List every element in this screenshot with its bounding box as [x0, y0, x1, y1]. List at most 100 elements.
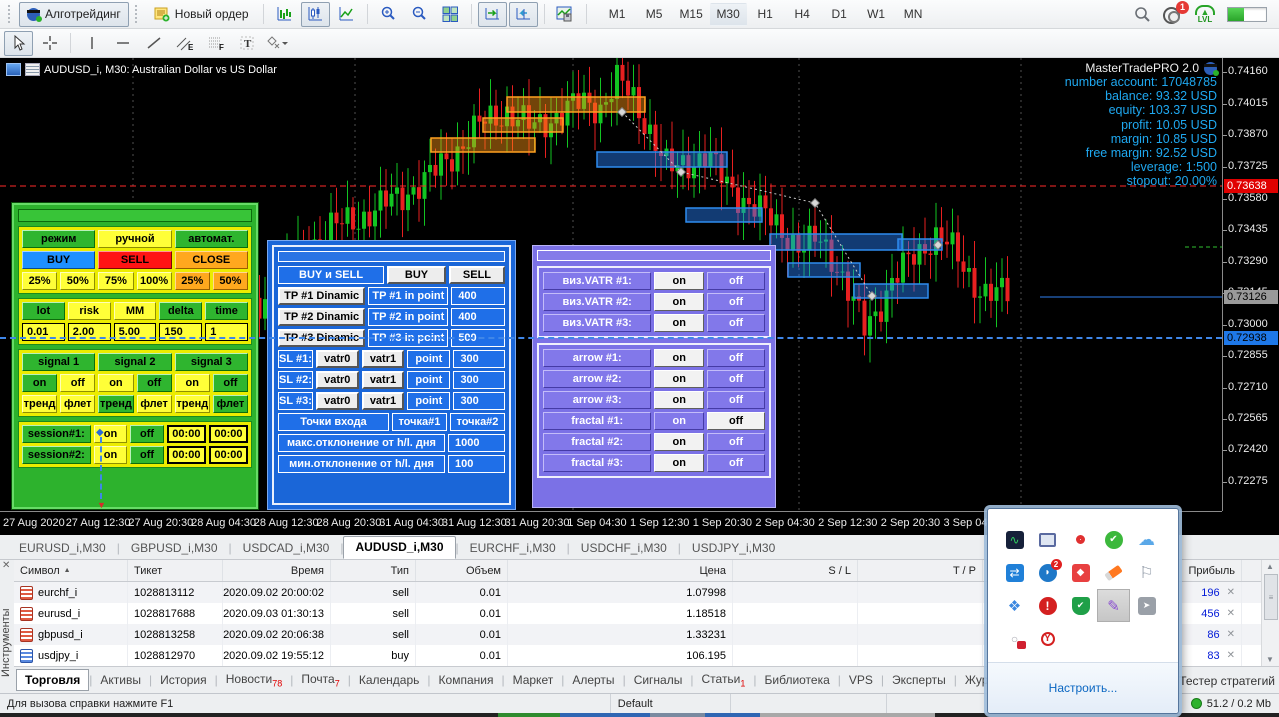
teamviewer-icon[interactable]: ⇄: [998, 556, 1031, 589]
signal2-trend-button[interactable]: тренд: [98, 395, 134, 413]
signal1-trend-button[interactable]: тренд: [22, 395, 58, 413]
timeframe-button-M15[interactable]: M15: [673, 3, 710, 26]
terminal-tab-Новости[interactable]: Новости78: [218, 669, 290, 691]
fractal#3-label-button[interactable]: fractal #3:: [543, 454, 652, 472]
mode-button-режим[interactable]: режим: [22, 230, 96, 248]
session1-start-field[interactable]: 00:00: [166, 425, 206, 443]
scrollbar-thumb[interactable]: ≡: [1264, 574, 1278, 620]
sl1-point-button[interactable]: point: [407, 350, 451, 368]
fractal#2-off-button[interactable]: off: [707, 433, 765, 451]
table-scrollbar[interactable]: ▲ ≡ ▼: [1261, 560, 1279, 666]
terminal-tab-История[interactable]: История: [152, 670, 215, 690]
param-button-lot[interactable]: lot: [22, 302, 65, 320]
timeframe-button-M1[interactable]: M1: [599, 3, 636, 26]
candlestick-button[interactable]: [300, 1, 330, 27]
chart-tab-USDCAD_i[interactable]: USDCAD_i,M30: [232, 538, 341, 559]
timeframe-button-H4[interactable]: H4: [784, 3, 821, 26]
chart-tab-GBPUSD_i[interactable]: GBPUSD_i,M30: [120, 538, 229, 559]
display-settings-icon[interactable]: [1031, 523, 1064, 556]
signal3-flat-button[interactable]: флет: [212, 395, 249, 413]
notifications-icon[interactable]: 1: [1163, 1, 1189, 24]
close-position-icon[interactable]: ✕: [1227, 629, 1235, 640]
percent-button-25%[interactable]: 25%: [174, 272, 210, 290]
signal2-off-button[interactable]: off: [136, 374, 172, 392]
vertical-line-button[interactable]: [77, 31, 106, 56]
terminal-tab-VPS[interactable]: VPS: [841, 670, 881, 690]
signal-header-button[interactable]: signal 2: [98, 353, 172, 371]
deviation1-label-button[interactable]: макс.отклонение от h/l. дня: [278, 434, 446, 452]
chart-tab-USDCHF_i[interactable]: USDCHF_i,M30: [570, 538, 678, 559]
scroll-up-icon[interactable]: ▲: [1266, 562, 1274, 571]
session1-off-button[interactable]: off: [130, 425, 164, 443]
session1-end-field[interactable]: 00:00: [208, 425, 249, 443]
opera-browser-icon[interactable]: [1064, 523, 1097, 556]
tp2-value-field[interactable]: 400: [451, 308, 506, 326]
terminal-tab-Компания[interactable]: Компания: [431, 670, 502, 690]
tp2-dinamic-button[interactable]: TP #2 Dinamic: [278, 308, 366, 326]
terminal-tab-Маркет[interactable]: Маркет: [505, 670, 562, 690]
param-button-delta[interactable]: delta: [159, 302, 203, 320]
flag-icon[interactable]: ⚐: [1130, 556, 1163, 589]
signal1-on-button[interactable]: on: [22, 374, 58, 392]
sl3-value-field[interactable]: 300: [453, 392, 505, 410]
line-chart-button[interactable]: [332, 2, 361, 27]
deviation2-value-field[interactable]: 100: [448, 455, 505, 473]
deviation2-label-button[interactable]: мин.отклонение от h/l. дня: [278, 455, 446, 473]
terminal-tab-Алерты[interactable]: Алерты: [564, 670, 622, 690]
fractal#1-on-button[interactable]: on: [654, 412, 704, 430]
percent-button-50%[interactable]: 50%: [60, 272, 96, 290]
entry-button-0[interactable]: Точки входа: [278, 413, 389, 431]
визVATR#2-on-button[interactable]: on: [654, 293, 704, 311]
terminal-tab-Активы[interactable]: Активы: [92, 670, 149, 690]
arrow#3-off-button[interactable]: off: [707, 391, 765, 409]
визVATR#3-label-button[interactable]: виз.VATR #3:: [543, 314, 652, 332]
chart-shift-button[interactable]: [508, 1, 538, 27]
percent-button-75%[interactable]: 75%: [98, 272, 134, 290]
blue-header-BUY-и-SELL[interactable]: BUY и SELL: [278, 266, 385, 284]
sl2-value-field[interactable]: 300: [453, 371, 505, 389]
sl3-point-button[interactable]: point: [407, 392, 451, 410]
column-header-Символ[interactable]: Символ ▲: [14, 560, 128, 581]
percent-button-100%[interactable]: 100%: [136, 272, 172, 290]
cloud-storage-icon[interactable]: ☁: [1130, 523, 1163, 556]
blue-header-BUY[interactable]: BUY: [387, 266, 446, 284]
terminal-tab-Библиотека[interactable]: Библиотека: [757, 670, 838, 690]
order-button-SELL[interactable]: SELL: [98, 251, 172, 269]
sl2-vatr0-button[interactable]: vatr0: [315, 371, 359, 389]
fractal#2-label-button[interactable]: fractal #2:: [543, 433, 652, 451]
param-button-MM[interactable]: MM: [113, 302, 157, 320]
cursor-button[interactable]: [4, 30, 33, 56]
fractal#1-label-button[interactable]: fractal #1:: [543, 412, 652, 430]
визVATR#1-off-button[interactable]: off: [707, 272, 765, 290]
session2-on-button[interactable]: on: [93, 446, 128, 464]
security-keys-icon[interactable]: ○: [998, 622, 1031, 655]
fractal#2-on-button[interactable]: on: [654, 433, 704, 451]
order-button-BUY[interactable]: BUY: [22, 251, 96, 269]
templates-button[interactable]: [551, 2, 580, 27]
timeframe-button-M5[interactable]: M5: [636, 3, 673, 26]
timeframe-button-H1[interactable]: H1: [747, 3, 784, 26]
mode-button-ручной[interactable]: ручной: [98, 230, 172, 248]
signal2-flat-button[interactable]: флет: [136, 395, 172, 413]
визVATR#3-off-button[interactable]: off: [707, 314, 765, 332]
session2-start-field[interactable]: 00:00: [166, 446, 206, 464]
terminal-tab-Торговля[interactable]: Торговля: [16, 669, 90, 691]
session2-off-button[interactable]: off: [130, 446, 164, 464]
terminal-tab-Почта[interactable]: Почта7: [293, 669, 347, 691]
визVATR#2-off-button[interactable]: off: [707, 293, 765, 311]
timeframe-button-D1[interactable]: D1: [821, 3, 858, 26]
crosshair-button[interactable]: [35, 31, 64, 56]
column-header-Объем[interactable]: Объем: [416, 560, 508, 581]
column-header-Время[interactable]: Время: [223, 560, 331, 581]
zoom-in-button[interactable]: [374, 2, 403, 27]
timeframe-button-M30[interactable]: M30: [709, 2, 747, 26]
sl3-vatr0-button[interactable]: vatr0: [315, 392, 359, 410]
param-button-time[interactable]: time: [205, 302, 248, 320]
arrow#2-off-button[interactable]: off: [707, 370, 765, 388]
arrow#3-label-button[interactable]: arrow #3:: [543, 391, 652, 409]
scroll-down-icon[interactable]: ▼: [1266, 655, 1274, 664]
tp1-value-field[interactable]: 400: [451, 287, 506, 305]
tp1-dinamic-button[interactable]: TP #1 Dinamic: [278, 287, 366, 305]
визVATR#1-label-button[interactable]: виз.VATR #1:: [543, 272, 652, 290]
mode-button-автомат[interactable]: автомат.: [174, 230, 248, 248]
